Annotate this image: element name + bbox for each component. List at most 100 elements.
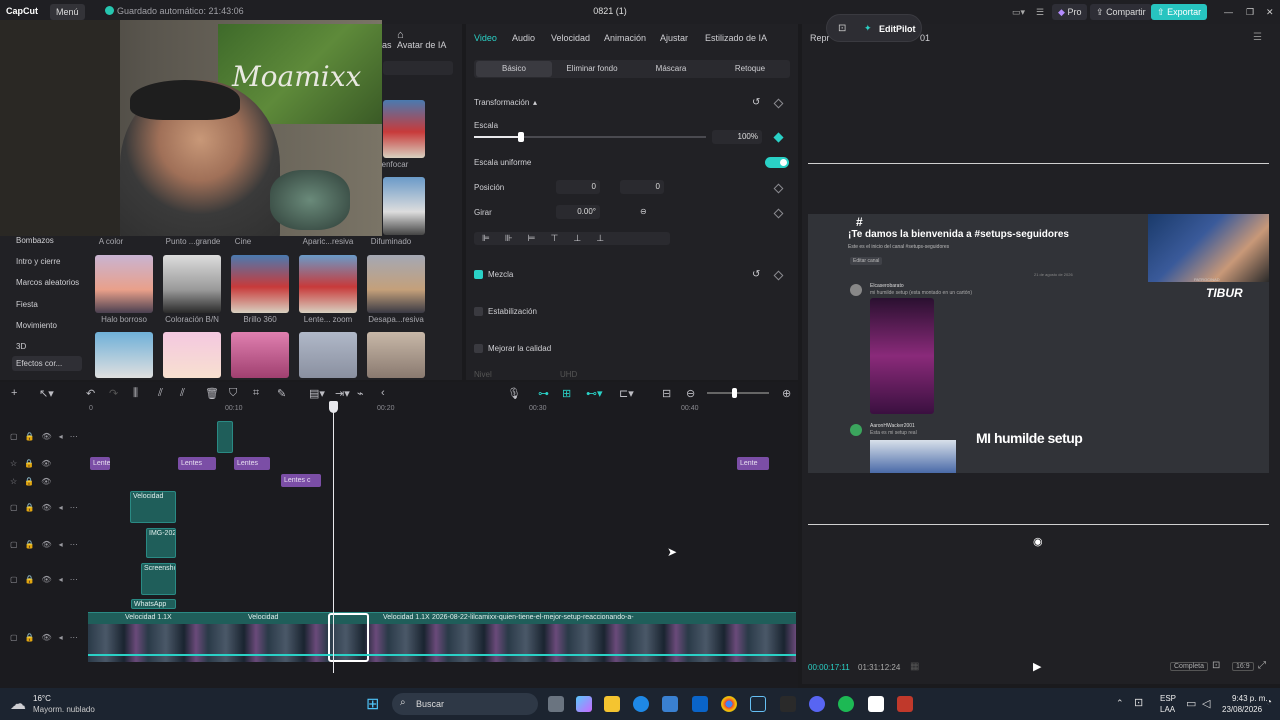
list-icon[interactable]: ☰ — [1030, 4, 1050, 20]
effect-thumb[interactable] — [383, 177, 425, 235]
snap-icon[interactable]: ⊞ — [562, 387, 571, 400]
blend-checkbox[interactable] — [474, 270, 483, 279]
chrome-icon[interactable] — [721, 696, 737, 712]
zoom-slider[interactable] — [707, 392, 769, 394]
close-icon[interactable]: ✕ — [1260, 4, 1280, 20]
copilot-icon[interactable] — [576, 696, 592, 712]
tab-animation[interactable]: Animación — [604, 33, 646, 43]
zoom-out-icon[interactable]: ⊖ — [686, 387, 695, 400]
link-main-icon[interactable]: ⊶ — [538, 387, 549, 400]
effect-thumb-lens[interactable] — [299, 255, 357, 313]
rotate-dial-icon[interactable]: ⊖ — [640, 207, 647, 216]
subtab-remove-bg[interactable]: Eliminar fondo — [554, 61, 630, 77]
fx-clip[interactable]: Lentes — [234, 457, 270, 470]
pos-y-input[interactable]: 0 — [620, 180, 664, 194]
shield-icon[interactable]: ⛉ — [229, 387, 237, 400]
effect-thumb[interactable] — [163, 332, 221, 378]
freeze-icon[interactable]: ⇥▾ — [335, 387, 350, 400]
effect-thumb[interactable] — [95, 332, 153, 378]
center-target-icon[interactable]: ◉ — [1033, 535, 1043, 548]
track-controls[interactable]: ▢🔒👁◂⋯ — [10, 503, 85, 512]
zoom-handle[interactable] — [732, 388, 737, 398]
category-frames[interactable]: Marcos aleatorios — [16, 278, 79, 287]
select-tool-icon[interactable]: ↖▾ — [39, 387, 54, 400]
store-icon[interactable] — [662, 696, 678, 712]
ai-tool-icon[interactable]: ✎ — [277, 387, 286, 400]
tab-ai-style[interactable]: Estilizado de IA — [705, 33, 767, 43]
subtab-basic[interactable]: Básico — [476, 61, 552, 77]
track-controls[interactable]: ▢🔒👁◂⋯ — [10, 540, 85, 549]
tray-icon[interactable]: ⊡ — [1134, 696, 1143, 709]
effect-thumb[interactable] — [299, 332, 357, 378]
lang-top[interactable]: ESP — [1160, 694, 1176, 703]
app-icon[interactable] — [897, 696, 913, 712]
effect-thumb[interactable] — [367, 332, 425, 378]
category-movement[interactable]: Movimiento — [16, 321, 57, 330]
uniform-scale-toggle[interactable] — [765, 157, 789, 168]
player-menu-icon[interactable]: ☰ — [1253, 32, 1262, 43]
volume-icon[interactable]: ◁ — [1202, 697, 1210, 710]
subtab-retouch[interactable]: Retoque — [712, 61, 788, 77]
ratio-button[interactable]: 16:9 — [1232, 662, 1254, 671]
effect-thumb[interactable] — [383, 100, 425, 158]
effect-thumb-bw[interactable] — [163, 255, 221, 313]
search-input[interactable] — [383, 61, 453, 75]
category-3d[interactable]: 3D — [16, 342, 26, 351]
tab-audio[interactable]: Audio — [512, 33, 535, 43]
redo-icon[interactable]: ↷ — [109, 387, 118, 400]
reset-icon[interactable]: ↺ — [752, 97, 760, 108]
subtab-mask[interactable]: Máscara — [633, 61, 709, 77]
split-right-icon[interactable]: ⫽ — [180, 387, 185, 400]
marker-icon[interactable]: ⌁ — [357, 387, 364, 400]
fx-clip[interactable]: Lentes c — [281, 474, 321, 487]
overlay-clip[interactable]: WhatsApp — [131, 599, 176, 609]
playhead[interactable] — [333, 403, 334, 673]
chevron-up-icon[interactable]: ▴ — [533, 98, 537, 107]
undo-icon[interactable]: ↶ — [86, 387, 95, 400]
scale-slider-handle[interactable] — [518, 132, 524, 142]
maximize-icon[interactable]: ❐ — [1240, 4, 1260, 20]
overlay-clip[interactable]: IMG-202 — [146, 528, 176, 558]
discord-icon[interactable] — [809, 696, 825, 712]
fullscreen-icon[interactable]: ⤢ — [1258, 660, 1266, 671]
fx-clip[interactable]: Lentes — [178, 457, 216, 470]
overlay-clip[interactable]: Screensho — [141, 563, 176, 595]
windows-start-icon[interactable]: ⊞ — [366, 694, 379, 714]
track-controls[interactable]: ▢🔒👁◂⋯ — [10, 575, 85, 584]
effect-thumb-halo[interactable] — [95, 255, 153, 313]
storyboard-icon[interactable]: ▤▾ — [309, 387, 325, 400]
mic-icon[interactable]: 🎙 — [507, 387, 521, 400]
preview-axis-icon[interactable]: ⊏▾ — [619, 387, 634, 400]
category-intro[interactable]: Intro y cierre — [16, 257, 60, 266]
mail-icon[interactable] — [692, 696, 708, 712]
tab-adjust[interactable]: Ajustar — [660, 33, 688, 43]
delete-icon[interactable]: 🗑 — [205, 387, 219, 400]
spotify-icon[interactable] — [838, 696, 854, 712]
reset-icon[interactable]: ↺ — [752, 269, 760, 280]
collapse-icon[interactable]: ‹ — [381, 387, 385, 399]
search-box[interactable] — [392, 693, 538, 715]
level-value[interactable]: UHD — [560, 370, 577, 379]
zoom-in-icon[interactable]: ⊕ — [782, 387, 791, 400]
steam-icon[interactable] — [750, 696, 766, 712]
overlay-clip[interactable] — [217, 421, 233, 453]
weather-temp[interactable]: 16°C — [33, 694, 51, 703]
add-track-icon[interactable]: + — [11, 387, 17, 399]
align-icons[interactable]: ⊫⊪⊨⊤⊥⊥ — [482, 233, 619, 244]
share-button[interactable]: ⇪ Compartir — [1090, 4, 1152, 20]
tab-speed[interactable]: Velocidad — [551, 33, 590, 43]
quality-checkbox[interactable] — [474, 344, 483, 353]
transform-header[interactable]: Transformación — [474, 98, 529, 107]
minimize-icon[interactable]: — — [1218, 4, 1239, 20]
app-icon[interactable] — [780, 696, 796, 712]
focus-icon[interactable]: ⊡ — [1212, 660, 1220, 671]
category-bombazos[interactable]: Bombazos — [16, 236, 54, 245]
tab-avatar[interactable]: Avatar de IA — [397, 40, 446, 50]
preview-canvas[interactable]: # ¡Te damos la bienvenida a #setups-segu… — [808, 214, 1269, 473]
track-controls[interactable]: ☆🔒👁 — [10, 459, 58, 468]
pro-button[interactable]: ◆ Pro — [1052, 4, 1088, 20]
track-controls[interactable]: ▢🔒👁◂⋯ — [10, 633, 85, 642]
scale-value[interactable]: 100% — [712, 130, 762, 144]
play-icon[interactable]: ▶ — [1033, 660, 1041, 673]
network-icon[interactable]: ▭ — [1186, 697, 1196, 710]
